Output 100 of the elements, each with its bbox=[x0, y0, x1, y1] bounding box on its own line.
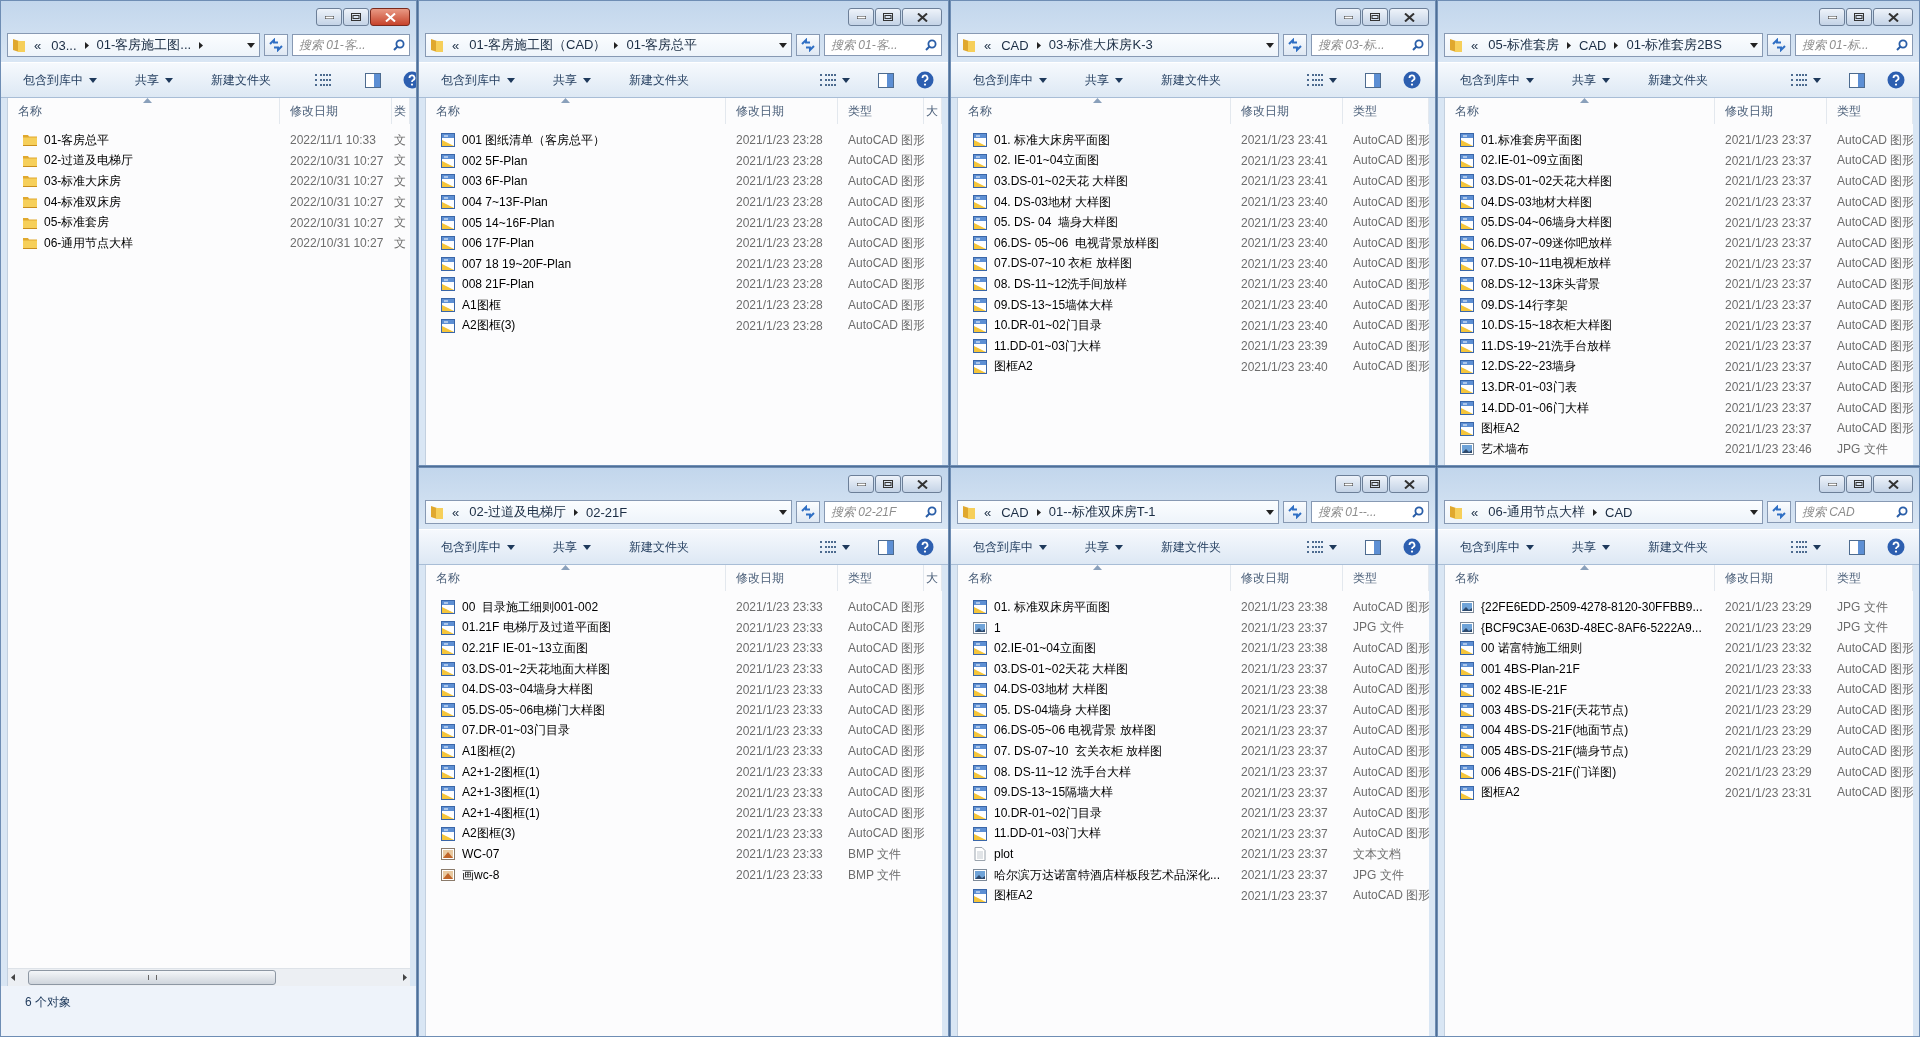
column-header[interactable]: 类 bbox=[392, 98, 410, 124]
file-name[interactable]: 06.DS-05~06 电视背景 放样图 bbox=[994, 722, 1156, 740]
dropdown-caret-icon[interactable] bbox=[1266, 509, 1274, 515]
file-name[interactable]: A1图框(2) bbox=[462, 742, 516, 760]
breadcrumb-arrow-icon[interactable] bbox=[1593, 508, 1598, 516]
file-name[interactable]: 04. DS-03地材 大样图 bbox=[994, 193, 1112, 211]
refresh-button[interactable] bbox=[1283, 501, 1307, 523]
address-bar[interactable]: « CAD 01--标准双床房T-1 bbox=[957, 500, 1279, 524]
dropdown-caret-icon[interactable] bbox=[1266, 42, 1274, 48]
toolbar-button[interactable]: 新建文件夹 bbox=[1640, 534, 1716, 560]
maximize-button[interactable] bbox=[343, 8, 369, 26]
breadcrumb-overflow-button[interactable]: « bbox=[450, 504, 462, 520]
column-header[interactable]: 修改日期 bbox=[1231, 98, 1343, 124]
column-header[interactable]: 类型 bbox=[1827, 98, 1913, 124]
dropdown-caret-icon[interactable] bbox=[779, 509, 787, 515]
column-header[interactable]: 修改日期 bbox=[1715, 565, 1827, 591]
close-button[interactable] bbox=[370, 8, 410, 26]
breadcrumb-item[interactable]: 06-通用节点大样 bbox=[1486, 503, 1588, 521]
help-icon[interactable] bbox=[1887, 71, 1905, 89]
file-name[interactable]: 005 14~16F-Plan bbox=[462, 215, 555, 230]
breadcrumb-item[interactable]: 01-客房施工图（CAD） bbox=[467, 36, 609, 54]
column-header[interactable]: 修改日期 bbox=[1231, 565, 1343, 591]
file-name[interactable]: 10.DR-01~02门目录 bbox=[994, 317, 1102, 335]
file-name[interactable]: 06-通用节点大样 bbox=[44, 234, 134, 252]
search-icon[interactable] bbox=[1896, 506, 1908, 518]
file-name[interactable]: 07.DS-07~10 衣柜 放样图 bbox=[994, 255, 1132, 273]
toolbar-button[interactable]: 新建文件夹 bbox=[621, 534, 697, 560]
breadcrumb-overflow-button[interactable]: « bbox=[1469, 37, 1481, 53]
dropdown-caret-icon[interactable] bbox=[1750, 42, 1758, 48]
preview-pane-icon[interactable] bbox=[878, 72, 894, 88]
file-name[interactable]: 01.21F 电梯厅及过道平面图 bbox=[462, 619, 611, 637]
file-name[interactable]: 01. 标准双床房平面图 bbox=[994, 598, 1110, 616]
view-list-icon[interactable] bbox=[1791, 541, 1807, 553]
close-button[interactable] bbox=[1389, 475, 1429, 493]
search-field[interactable]: 搜索 01-客... bbox=[824, 34, 942, 56]
minimize-button[interactable] bbox=[848, 475, 874, 493]
view-list-icon[interactable] bbox=[820, 541, 836, 553]
file-name[interactable]: 09.DS-14行李架 bbox=[1481, 296, 1568, 314]
close-button[interactable] bbox=[1873, 8, 1913, 26]
file-name[interactable]: 008 21F-Plan bbox=[462, 277, 535, 292]
file-name[interactable]: 001 图纸清单（客房总平） bbox=[462, 131, 606, 149]
address-bar[interactable]: « 05-标准套房 CAD 01-标准套房2BS bbox=[1444, 33, 1763, 57]
view-list-icon[interactable] bbox=[1307, 74, 1323, 86]
minimize-button[interactable] bbox=[1819, 8, 1845, 26]
file-name[interactable]: 图框A2 bbox=[1481, 420, 1520, 438]
breadcrumb-item[interactable]: CAD bbox=[999, 504, 1031, 520]
breadcrumb-arrow-icon[interactable] bbox=[1614, 41, 1619, 49]
view-list-icon[interactable] bbox=[1307, 541, 1323, 553]
file-name[interactable]: A2图框(3) bbox=[462, 317, 516, 335]
breadcrumb-arrow-icon[interactable] bbox=[1567, 41, 1572, 49]
file-name[interactable]: 05-标准套房 bbox=[44, 214, 110, 232]
search-icon[interactable] bbox=[925, 39, 937, 51]
file-name[interactable]: 11.DD-01~03门大样 bbox=[994, 825, 1101, 843]
file-name[interactable]: 10.DR-01~02门目录 bbox=[994, 804, 1102, 822]
close-button[interactable] bbox=[1873, 475, 1913, 493]
column-header[interactable]: 类型 bbox=[1343, 98, 1429, 124]
file-name[interactable]: 006 17F-Plan bbox=[462, 236, 535, 251]
scroll-right-icon[interactable] bbox=[403, 974, 407, 981]
file-name[interactable]: 07.DS-10~11电视柜放样 bbox=[1481, 255, 1612, 273]
horizontal-scrollbar[interactable] bbox=[8, 968, 410, 986]
view-list-icon[interactable] bbox=[315, 74, 331, 86]
maximize-button[interactable] bbox=[875, 8, 901, 26]
breadcrumb-arrow-icon[interactable] bbox=[1036, 508, 1041, 516]
breadcrumb-overflow-button[interactable]: « bbox=[982, 504, 994, 520]
file-name[interactable]: 14.DD-01~06门大样 bbox=[1481, 399, 1589, 417]
preview-pane-icon[interactable] bbox=[1365, 72, 1381, 88]
file-name[interactable]: 05.DS-05~06电梯门大样图 bbox=[462, 701, 606, 719]
search-icon[interactable] bbox=[1412, 506, 1424, 518]
file-name[interactable]: 003 6F-Plan bbox=[462, 174, 528, 189]
file-name[interactable]: 05.DS-04~06墙身大样图 bbox=[1481, 214, 1613, 232]
search-icon[interactable] bbox=[1896, 39, 1908, 51]
help-icon[interactable] bbox=[1403, 71, 1421, 89]
column-header[interactable]: 修改日期 bbox=[726, 565, 838, 591]
file-name[interactable]: 003 4BS-DS-21F(天花节点) bbox=[1481, 701, 1629, 719]
breadcrumb-item[interactable]: CAD bbox=[1603, 504, 1635, 520]
file-name[interactable]: 05. DS-04墙身 大样图 bbox=[994, 701, 1112, 719]
breadcrumb-item[interactable]: 02-过道及电梯厅 bbox=[467, 503, 569, 521]
search-icon[interactable] bbox=[1412, 39, 1424, 51]
toolbar-button[interactable]: 新建文件夹 bbox=[621, 67, 697, 93]
file-name[interactable]: 01. 标准大床房平面图 bbox=[994, 131, 1110, 149]
file-name[interactable]: 画wc-8 bbox=[462, 866, 500, 884]
toolbar-button[interactable]: 包含到库中 bbox=[1452, 67, 1542, 93]
breadcrumb-arrow-icon[interactable] bbox=[614, 41, 619, 49]
minimize-button[interactable] bbox=[1335, 8, 1361, 26]
column-header[interactable]: 大 bbox=[924, 98, 942, 124]
toolbar-button[interactable]: 共享 bbox=[1077, 67, 1131, 93]
toolbar-button[interactable]: 包含到库中 bbox=[15, 67, 105, 93]
file-name[interactable]: 11.DD-01~03门大样 bbox=[994, 337, 1101, 355]
column-header[interactable]: 类型 bbox=[1827, 565, 1913, 591]
file-name[interactable]: 02.IE-01~04立面图 bbox=[994, 640, 1096, 657]
breadcrumb-arrow-icon[interactable] bbox=[1036, 41, 1041, 49]
file-name[interactable]: 06.DS- 05~06 电视背景放样图 bbox=[994, 234, 1160, 252]
file-name[interactable]: 哈尔滨万达诺富特酒店样板段艺术品深化... bbox=[994, 866, 1220, 884]
preview-pane-icon[interactable] bbox=[878, 539, 894, 555]
maximize-button[interactable] bbox=[1362, 475, 1388, 493]
refresh-button[interactable] bbox=[1283, 34, 1307, 56]
file-name[interactable]: 图框A2 bbox=[994, 358, 1033, 376]
file-name[interactable]: 07. DS-07~10 玄关衣柜 放样图 bbox=[994, 742, 1163, 760]
column-header[interactable]: 修改日期 bbox=[1715, 98, 1827, 124]
column-header[interactable]: 类型 bbox=[1343, 565, 1429, 591]
